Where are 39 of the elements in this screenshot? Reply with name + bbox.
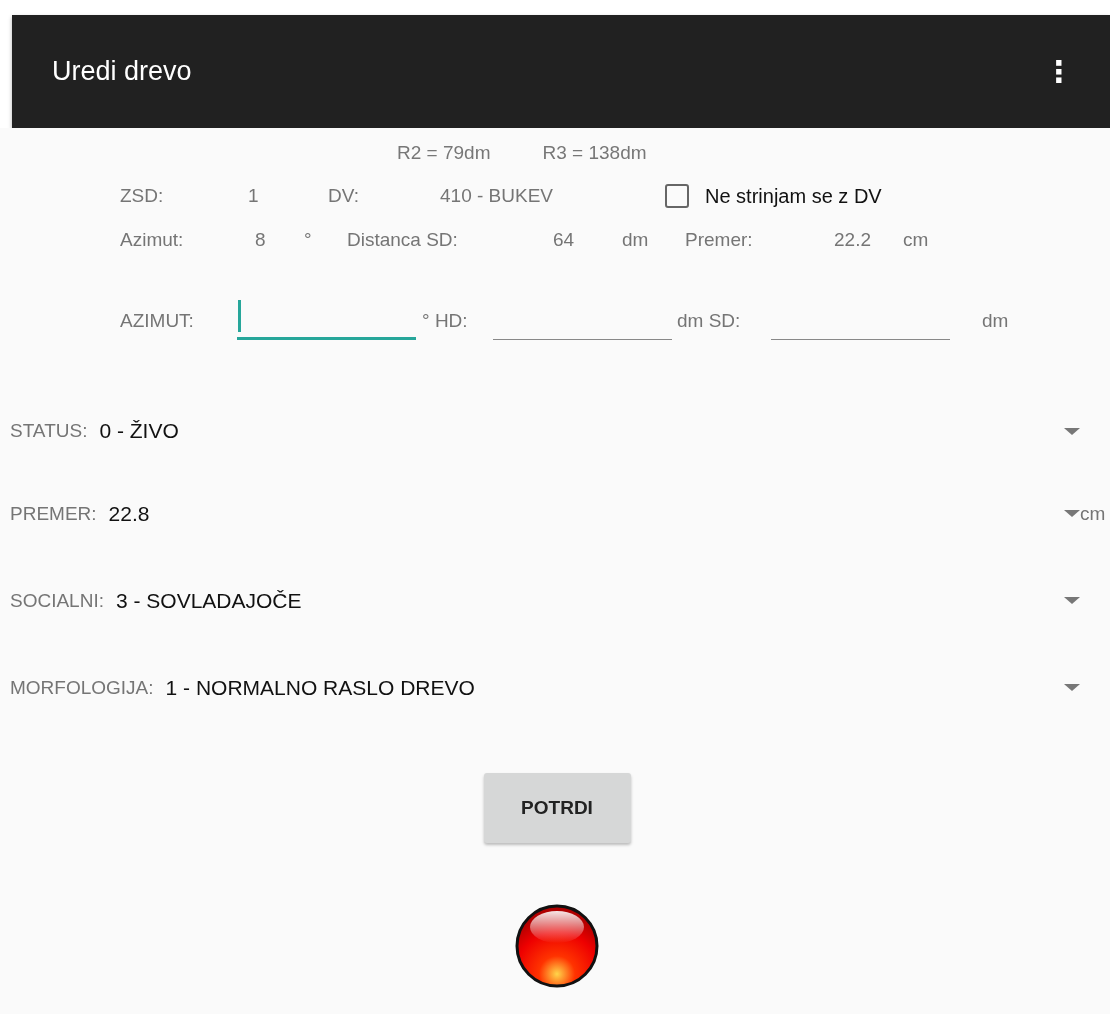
field-label: dm SD:	[676, 310, 742, 333]
dropdown-value[interactable]: 3 - SOVLADAJOČE	[116, 588, 302, 613]
dropdown-arrow-icon[interactable]	[1064, 684, 1080, 691]
field-value: cm	[903, 229, 929, 251]
field-value: 22.2	[834, 229, 871, 251]
radius-text: R2 = 79dm	[397, 142, 491, 164]
field-label: MORFOLOGIJA:	[10, 676, 154, 699]
field-label: DV:	[328, 185, 359, 207]
field-value: dm	[622, 229, 649, 251]
field-value: °	[304, 229, 312, 251]
dropdown-arrow-icon[interactable]	[1064, 597, 1080, 604]
dropdown-value[interactable]: 1 - NORMALNO RASLO DREVO	[165, 675, 475, 700]
disagree-checkbox[interactable]: Ne strinjam se z DV	[665, 184, 882, 208]
field-label: Azimut:	[120, 229, 184, 251]
field-value: 410 - BUKEV	[440, 185, 553, 207]
dropdown-value[interactable]: 22.8	[108, 501, 150, 526]
dropdown-arrow-icon[interactable]	[1064, 427, 1080, 435]
field-value: 64	[553, 229, 575, 251]
dropdown-arrow-icon[interactable]	[1064, 510, 1080, 517]
status-light-icon	[514, 903, 600, 989]
field-label: Premer:	[685, 229, 753, 251]
overflow-menu-button[interactable]: ⋮	[1038, 54, 1080, 89]
dropdown-value[interactable]: 0 - ŽIVO	[99, 419, 179, 443]
field-label: ZSD:	[120, 185, 164, 207]
field-label: dm	[981, 310, 1009, 333]
field-value: 8	[255, 229, 266, 251]
unit-label: cm	[1079, 502, 1107, 525]
field-label: AZIMUT:	[120, 310, 195, 333]
field-label: STATUS:	[10, 420, 88, 442]
screen-title: Uredi drevo	[52, 56, 192, 87]
field-value: 1	[248, 185, 259, 207]
field-label: Distanca SD:	[347, 229, 458, 251]
field-label: ° HD:	[421, 310, 469, 333]
field-label: PREMER:	[10, 502, 97, 525]
radius-text: R3 = 138dm	[542, 142, 647, 164]
field-label: SOCIALNI:	[10, 589, 104, 612]
checkbox-label[interactable]: Ne strinjam se z DV	[705, 184, 882, 208]
confirm-button[interactable]: POTRDI	[483, 773, 631, 843]
checkbox-icon[interactable]	[665, 184, 689, 208]
